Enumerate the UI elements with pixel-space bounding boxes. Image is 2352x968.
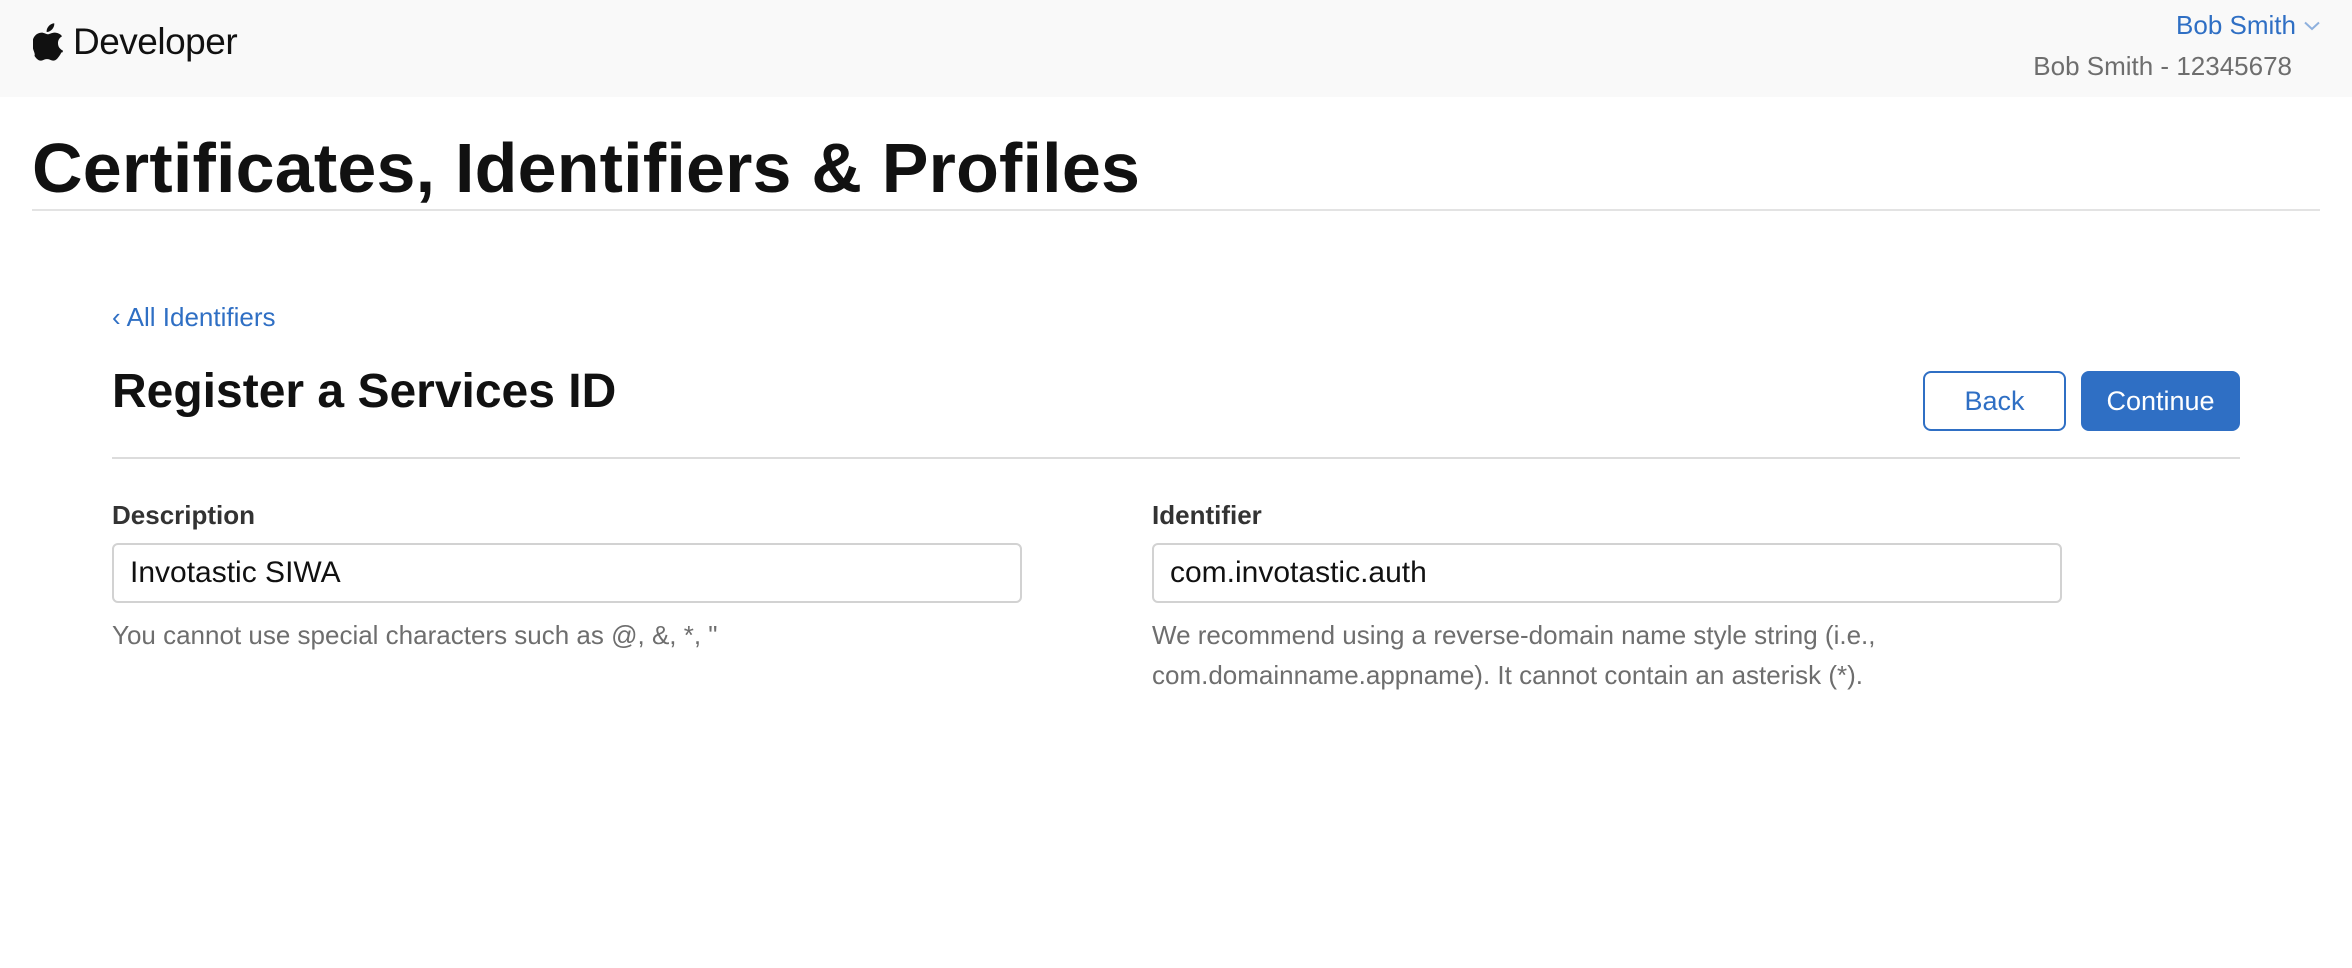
account-team: Bob Smith - 12345678 bbox=[2033, 51, 2292, 81]
identifier-label: Identifier bbox=[1152, 500, 1262, 530]
back-link-label: All Identifiers bbox=[126, 302, 276, 332]
description-input[interactable] bbox=[112, 543, 1022, 603]
developer-home-link[interactable]: Developer bbox=[33, 20, 238, 64]
apple-logo-icon bbox=[33, 23, 65, 61]
account-name: Bob Smith bbox=[2176, 10, 2296, 40]
description-hint: You cannot use special characters such a… bbox=[112, 620, 718, 650]
brand-label: Developer bbox=[73, 21, 238, 62]
chevron-down-icon bbox=[2304, 21, 2320, 30]
section-title: Register a Services ID bbox=[112, 365, 617, 418]
account-menu: Bob Smith Bob Smith - 12345678 bbox=[2033, 10, 2320, 82]
account-menu-toggle[interactable]: Bob Smith bbox=[2176, 10, 2320, 41]
global-nav: Developer Bob Smith Bob Smith - 12345678 bbox=[0, 0, 2352, 97]
all-identifiers-link[interactable]: ‹ All Identifiers bbox=[112, 302, 276, 333]
title-divider bbox=[32, 209, 2320, 211]
identifier-hint: We recommend using a reverse-domain name… bbox=[1152, 620, 1876, 690]
back-button[interactable]: Back bbox=[1923, 371, 2066, 431]
identifier-input[interactable] bbox=[1152, 543, 2062, 603]
continue-button[interactable]: Continue bbox=[2081, 371, 2240, 431]
page-title: Certificates, Identifiers & Profiles bbox=[32, 129, 1141, 207]
chevron-left-icon: ‹ bbox=[112, 302, 121, 332]
description-label: Description bbox=[112, 500, 256, 530]
section-divider bbox=[112, 457, 2240, 459]
